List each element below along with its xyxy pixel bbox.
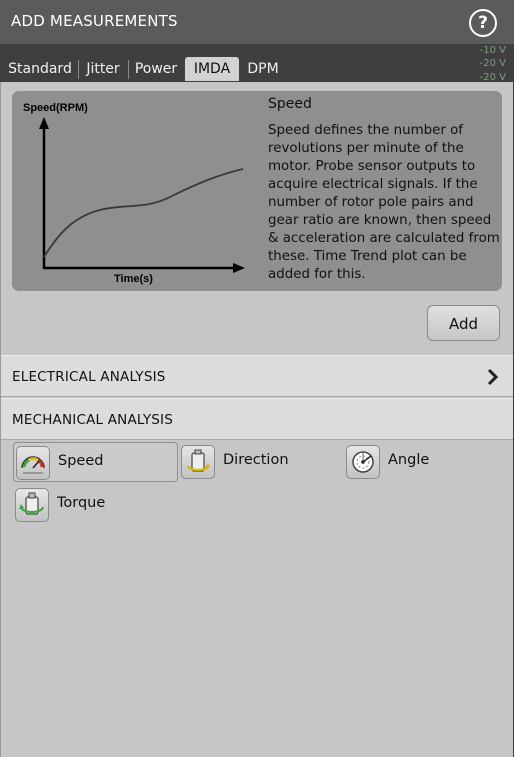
- background-readout: -20 V: [479, 58, 506, 69]
- x-axis-arrow: [233, 263, 245, 273]
- background-readout: -10 V: [479, 45, 506, 56]
- window-title: ADD MEASUREMENTS: [11, 12, 178, 30]
- tab-divider: [78, 60, 79, 79]
- chevron-right-icon: [487, 368, 499, 386]
- tab-imda[interactable]: IMDA: [185, 57, 239, 81]
- info-box: Speed(RPM) Time(s) Speed Speed defines t…: [12, 91, 502, 291]
- tab-standard[interactable]: Standard: [6, 57, 74, 81]
- speed-plot-illustration: Speed(RPM) Time(s): [23, 102, 245, 285]
- plot-x-label: Time(s): [114, 273, 153, 285]
- measurements-panel: Speed(RPM) Time(s) Speed Speed defines t…: [0, 82, 513, 757]
- tab-divider: [128, 60, 129, 79]
- tab-power[interactable]: Power: [132, 57, 180, 81]
- tab-bar: Standard Jitter Power IMDA DPM -10 V -20…: [0, 44, 514, 82]
- torque-motor-icon: [15, 488, 49, 522]
- plot-y-label: Speed(RPM): [23, 102, 88, 114]
- angle-dial-icon: [346, 445, 380, 479]
- speedometer-icon: [16, 446, 50, 480]
- description-title: Speed: [268, 96, 312, 112]
- angle-label: Angle: [388, 452, 430, 468]
- electrical-analysis-section[interactable]: ELECTRICAL ANALYSIS: [1, 355, 513, 397]
- description-text: Speed defines the number of revolutions …: [268, 123, 500, 282]
- direction-measurement-item[interactable]: Direction: [179, 442, 339, 482]
- background-readout: -20 V: [479, 72, 506, 82]
- add-button[interactable]: Add: [427, 305, 500, 341]
- tab-jitter[interactable]: Jitter: [82, 57, 124, 81]
- direction-label: Direction: [223, 452, 289, 468]
- section-label: ELECTRICAL ANALYSIS: [12, 369, 166, 385]
- torque-label: Torque: [57, 495, 106, 511]
- torque-measurement-item[interactable]: Torque: [13, 485, 178, 525]
- angle-measurement-item[interactable]: Angle: [344, 442, 504, 482]
- help-icon[interactable]: ?: [469, 9, 497, 37]
- y-axis-arrow: [39, 117, 49, 129]
- speed-curve: [43, 168, 244, 258]
- speed-measurement-item[interactable]: Speed: [13, 442, 178, 482]
- section-label: MECHANICAL ANALYSIS: [12, 412, 174, 428]
- motor-direction-icon: [181, 445, 215, 479]
- speed-label: Speed: [58, 453, 104, 469]
- title-bar: ADD MEASUREMENTS ?: [0, 0, 514, 44]
- tab-dpm[interactable]: DPM: [243, 57, 283, 81]
- mechanical-analysis-section[interactable]: MECHANICAL ANALYSIS: [1, 398, 513, 440]
